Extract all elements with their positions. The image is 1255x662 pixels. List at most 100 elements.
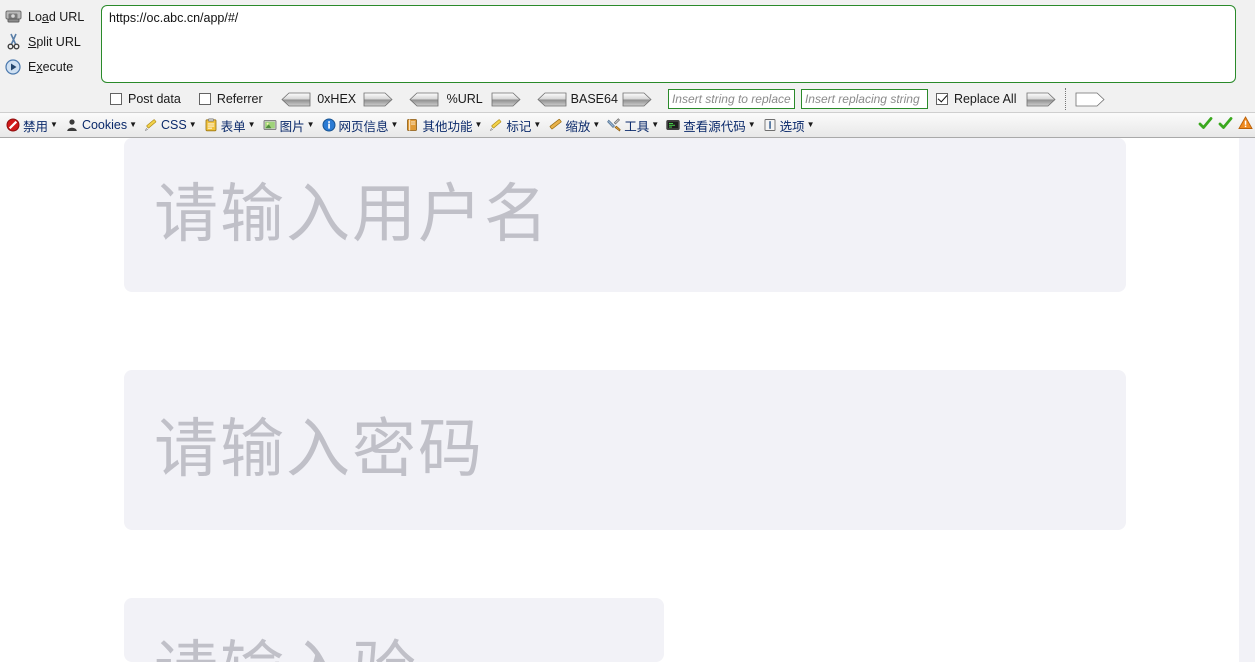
devbar-item-view-source[interactable]: 查看源代码 ▼	[662, 114, 758, 137]
replace-all-label: Replace All	[953, 92, 1017, 106]
images-picture-icon	[262, 117, 278, 133]
split-url-label: Split URL	[28, 34, 81, 49]
devbar-label-misc: 其他功能	[422, 119, 473, 134]
password-input[interactable]: 请输入密码	[124, 370, 1126, 530]
post-data-checkbox[interactable]: Post data	[110, 92, 181, 106]
page-right-panel	[1239, 138, 1255, 662]
devbar-label-images: 图片	[279, 119, 305, 134]
chevron-down-icon: ▼	[247, 120, 256, 129]
hackbar-panel: Load URL Split URL Execute https://oc.ab…	[0, 0, 1255, 113]
chevron-down-icon: ▼	[50, 120, 58, 129]
base64-encode-arrow-icon[interactable]	[622, 92, 652, 107]
play-icon	[4, 58, 22, 76]
apply-arrow-outline-icon[interactable]	[1075, 92, 1106, 107]
split-url-button[interactable]: Split URL	[0, 29, 100, 54]
green-check-icon[interactable]	[1218, 116, 1233, 136]
base64-codec-label: BASE64	[570, 92, 618, 106]
devbar-label-disable: 禁用	[23, 119, 49, 134]
information-icon	[321, 117, 337, 133]
post-data-label: Post data	[128, 92, 181, 106]
replace-all-checkbox-box[interactable]	[935, 93, 948, 105]
chevron-down-icon: ▼	[474, 120, 483, 129]
chevron-down-icon: ▼	[390, 120, 399, 129]
devbar-label-information: 网页信息	[338, 119, 389, 134]
chevron-down-icon: ▼	[533, 120, 542, 129]
devbar-item-outline[interactable]: 标记 ▼	[485, 114, 544, 137]
url-codec-label: %URL	[446, 92, 483, 106]
page-content: 请输入用户名 请输入密码 请输入验 T Γ V 7	[0, 138, 1255, 662]
hex-codec-label: 0xHEX	[317, 92, 357, 106]
devbar-item-images[interactable]: 图片 ▼	[259, 114, 318, 137]
devbar-item-disable[interactable]: 禁用 ▼	[2, 114, 61, 137]
devbar-label-view-source: 查看源代码	[683, 119, 746, 134]
chevron-down-icon: ▼	[592, 120, 601, 129]
css-pencil-icon	[143, 117, 159, 133]
devbar-item-tools[interactable]: 工具 ▼	[603, 114, 662, 137]
apply-arrow-icon[interactable]	[1026, 92, 1057, 107]
devbar-label-options: 选项	[779, 119, 805, 134]
execute-label: Execute	[28, 59, 74, 74]
forms-clipboard-icon	[203, 117, 219, 133]
scissors-icon	[4, 33, 22, 51]
replace-all-checkbox[interactable]: Replace All	[935, 92, 1017, 106]
replace-search-input[interactable]: Insert string to replace	[667, 89, 795, 109]
devbar-item-css[interactable]: CSS ▼	[140, 114, 200, 137]
hackbar-action-list: Load URL Split URL Execute	[0, 0, 100, 85]
chevron-down-icon: ▼	[806, 120, 815, 129]
devbar-label-outline: 标记	[506, 119, 532, 134]
view-source-icon	[665, 117, 681, 133]
referrer-checkbox-box[interactable]	[198, 93, 211, 105]
web-developer-toolbar: 禁用 ▼ Cookies ▼ CSS ▼ 表单 ▼ 图片 ▼ 网页信息 ▼ 其他…	[0, 113, 1255, 138]
referrer-label: Referrer	[216, 92, 263, 106]
options-icon	[762, 117, 778, 133]
devbar-label-forms: 表单	[220, 119, 246, 134]
chevron-down-icon: ▼	[188, 120, 197, 129]
devbar-label-cookies: Cookies	[81, 118, 128, 132]
load-url-label: Load URL	[28, 9, 85, 24]
load-url-icon	[4, 8, 22, 26]
devbar-status-icons	[1198, 113, 1253, 138]
disable-icon	[5, 117, 21, 133]
toolbar-divider	[1065, 88, 1067, 110]
post-data-checkbox-box[interactable]	[110, 93, 122, 105]
execute-button[interactable]: Execute	[0, 54, 100, 79]
devbar-item-information[interactable]: 网页信息 ▼	[318, 114, 402, 137]
orange-warning-icon[interactable]	[1238, 116, 1253, 135]
referrer-checkbox[interactable]: Referrer	[198, 92, 263, 106]
username-input[interactable]: 请输入用户名	[124, 138, 1126, 292]
devbar-label-resize: 缩放	[565, 119, 591, 134]
hackbar-options-row: Post data Referrer 0xHEX %URL BASE64 Ins…	[0, 85, 1255, 113]
devbar-label-tools: 工具	[624, 119, 650, 134]
devbar-item-forms[interactable]: 表单 ▼	[200, 114, 259, 137]
base64-codec-group: BASE64	[537, 92, 652, 107]
devbar-item-misc[interactable]: 其他功能 ▼	[401, 114, 485, 137]
password-placeholder: 请输入密码	[154, 413, 484, 487]
username-placeholder: 请输入用户名	[154, 178, 550, 252]
url-input[interactable]: https://oc.abc.cn/app/#/	[101, 5, 1236, 83]
cookies-person-icon	[64, 117, 80, 133]
chevron-down-icon: ▼	[129, 120, 138, 129]
chevron-down-icon: ▼	[651, 120, 660, 129]
green-check-icon[interactable]	[1198, 116, 1213, 136]
hex-codec-group: 0xHEX	[281, 92, 393, 107]
url-codec-group: %URL	[409, 92, 521, 107]
captcha-input[interactable]: 请输入验	[124, 598, 664, 662]
misc-book-icon	[404, 117, 420, 133]
base64-decode-arrow-icon[interactable]	[537, 92, 567, 107]
devbar-item-resize[interactable]: 缩放 ▼	[544, 114, 603, 137]
replace-replacement-input[interactable]: Insert replacing string	[800, 89, 928, 109]
url-encode-arrow-icon[interactable]	[491, 92, 521, 107]
hex-encode-arrow-icon[interactable]	[363, 92, 393, 107]
chevron-down-icon: ▼	[306, 120, 315, 129]
devbar-label-css: CSS	[161, 118, 187, 132]
devbar-item-options[interactable]: 选项 ▼	[759, 114, 818, 137]
tools-icon	[606, 117, 622, 133]
load-url-button[interactable]: Load URL	[0, 4, 100, 29]
outline-pencil-icon	[488, 117, 504, 133]
captcha-placeholder: 请输入验	[154, 640, 418, 662]
hex-decode-arrow-icon[interactable]	[281, 92, 311, 107]
resize-ruler-icon	[547, 117, 563, 133]
url-decode-arrow-icon[interactable]	[409, 92, 439, 107]
chevron-down-icon: ▼	[747, 120, 756, 129]
devbar-item-cookies[interactable]: Cookies ▼	[61, 114, 140, 137]
